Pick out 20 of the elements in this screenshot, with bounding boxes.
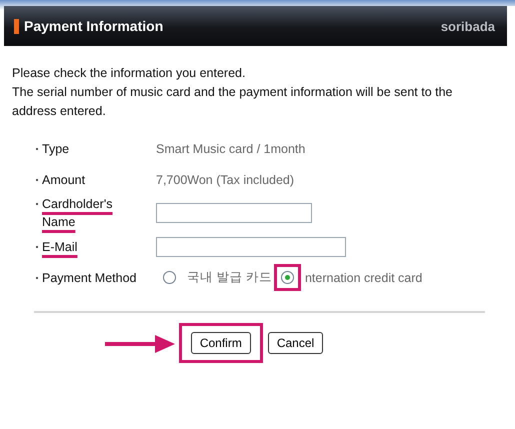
field-label: Type [42, 140, 70, 158]
radio-button[interactable] [163, 271, 176, 284]
field-label: E-Mail [42, 238, 78, 256]
confirm-button[interactable]: Confirm [190, 332, 251, 354]
field-value: Smart Music card / 1month [156, 142, 306, 156]
intro-text: Please check the information you entered. The serial number of music card and the payment information will be sent to the address entered. [12, 65, 454, 120]
cancel-button[interactable]: Cancel [268, 332, 324, 354]
dialog-title: Payment Information [24, 18, 164, 34]
field-label: Payment Method [42, 270, 137, 286]
radio-label[interactable]: nternation credit card [304, 270, 422, 284]
bar-icon [14, 18, 19, 34]
email-field[interactable] [156, 236, 346, 256]
field-label: Amount [42, 172, 86, 188]
name-field[interactable] [156, 203, 312, 223]
radio-button[interactable] [280, 271, 294, 284]
brand-logo: soribada [440, 18, 495, 34]
field-label: Cardholder's Name [42, 196, 114, 231]
field-value: 7,700Won (Tax included) [156, 172, 294, 186]
radio-label[interactable]: 국내 발급 카드 [187, 269, 272, 286]
arrow-annotation [105, 333, 175, 355]
